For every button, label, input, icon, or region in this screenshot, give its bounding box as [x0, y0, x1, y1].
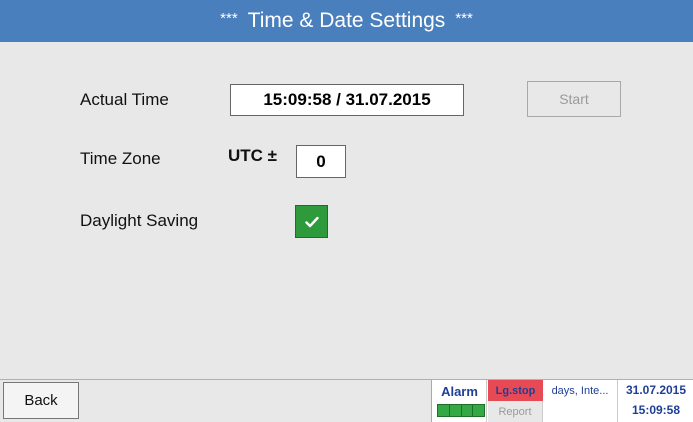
status-empty-cell	[543, 401, 618, 422]
daylight-saving-checkbox[interactable]	[295, 205, 328, 238]
start-button[interactable]: Start	[527, 81, 621, 117]
clock-time: 15:09:58	[631, 403, 681, 417]
alarm-label: Alarm	[441, 384, 478, 399]
utc-offset-field[interactable]: 0	[296, 145, 346, 178]
settings-panel: Actual Time 15:09:58 / 31.07.2015 Start …	[0, 42, 693, 379]
page-title: Time & Date Settings	[247, 9, 446, 32]
time-zone-label: Time Zone	[80, 149, 161, 168]
actual-time-label: Actual Time	[80, 90, 169, 109]
status-area: Alarm Lg.stop Report days, Inte... 31.07…	[431, 380, 693, 422]
title-bar: *** Time & Date Settings ***	[0, 0, 693, 42]
footer-bar: Back Alarm Lg.stop Report days, Inte... …	[0, 379, 693, 422]
utc-label: UTC ±	[228, 146, 277, 165]
daylight-saving-label: Daylight Saving	[80, 211, 199, 230]
actual-time-field[interactable]: 15:09:58 / 31.07.2015	[230, 84, 464, 116]
checkmark-icon	[304, 216, 319, 227]
alarm-indicator[interactable]: Alarm	[432, 380, 487, 422]
clock-date: 31.07.2015	[625, 383, 687, 397]
title-stars-right: ***	[455, 9, 473, 27]
logger-days-status[interactable]: days, Inte...	[543, 380, 618, 401]
alarm-leds-icon	[437, 404, 485, 417]
back-button[interactable]: Back	[3, 382, 79, 419]
report-status[interactable]: Report	[488, 401, 543, 422]
logger-stop-status[interactable]: Lg.stop	[488, 380, 543, 401]
title-stars-left: ***	[220, 9, 238, 27]
